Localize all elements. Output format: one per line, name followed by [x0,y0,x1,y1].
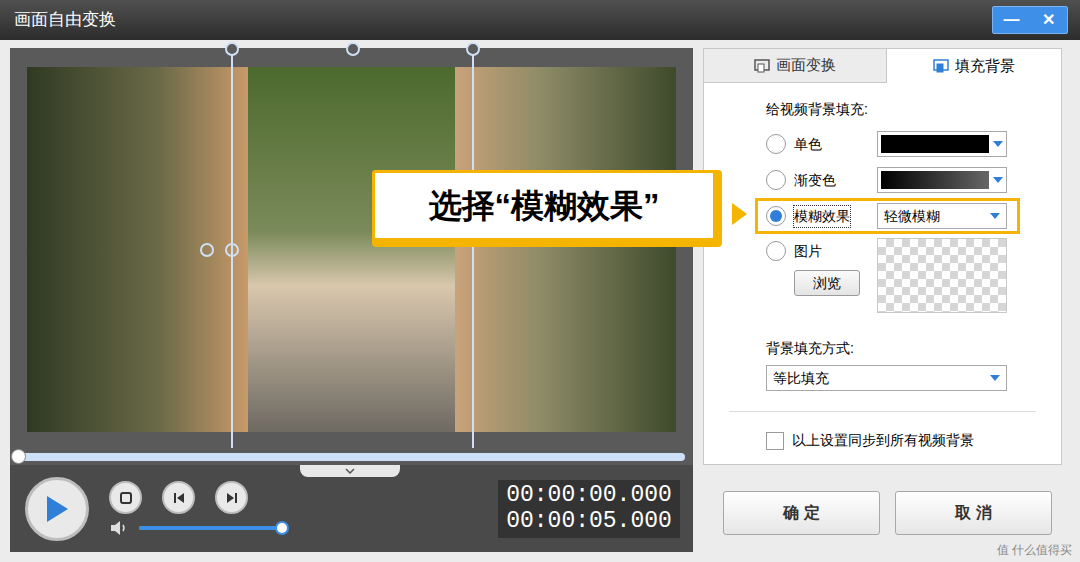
stop-button[interactable] [109,481,142,514]
radio-button[interactable] [766,241,786,261]
radio-button[interactable] [766,206,786,226]
next-icon [224,490,240,506]
color-dropdown[interactable] [877,131,1007,157]
video-frame [27,67,676,432]
preview-panel: 00:00:00.00000:00:05.000 [10,48,693,552]
collapse-tab[interactable] [300,465,400,477]
total-time: 00:00:05.000 [506,509,672,534]
sync-checkbox[interactable] [766,432,784,450]
mode-heading: 背景填充方式: [766,338,1008,359]
radio-button[interactable] [766,134,786,154]
timeline[interactable] [10,448,693,465]
current-time: 00:00:00.000 [506,483,672,508]
app-window: 画面自由变换 —✕ 00:00:00.00000:00:05.000 画面变换填充背景… [0,0,1080,562]
watermark: 值 什么值得买 [997,541,1072,559]
callout: 选择“模糊效果” [372,170,722,247]
stop-icon [118,490,134,506]
mode-dropdown[interactable]: 等比填充 [766,365,1007,391]
title-bar: 画面自由变换 —✕ [0,0,1080,40]
transform-icon [754,59,770,73]
fill-option[interactable]: 单色 [755,126,1020,162]
play-button[interactable] [25,477,89,541]
cancel-button[interactable]: 取 消 [895,491,1052,535]
controls-bar: 00:00:00.00000:00:05.000 [10,465,693,552]
tab-bar: 画面变换填充背景 [704,49,1061,83]
prev-icon [171,490,187,506]
fill-heading: 给视频背景填充: [766,99,1008,120]
time-display: 00:00:00.00000:00:05.000 [498,480,680,538]
chevron-down-icon [345,468,355,474]
dropdown-arrow-icon [993,141,1003,148]
minimize-button[interactable]: — [993,7,1030,33]
callout-arrow-icon [732,203,748,225]
dropdown-arrow-icon [990,213,1000,220]
settings-panel: 画面变换填充背景给视频背景填充: 单色渐变色模糊效果轻微模糊图片浏览背景填充方式:… [703,48,1062,465]
fill-option[interactable]: 渐变色 [755,162,1020,198]
browse-button[interactable]: 浏览 [794,270,860,296]
fill-option[interactable]: 模糊效果轻微模糊 [755,198,1020,234]
fill-icon [933,59,949,73]
ok-button[interactable]: 确 定 [723,491,880,535]
volume-icon [109,520,129,536]
image-preview [877,238,1007,313]
close-button[interactable]: ✕ [1030,7,1067,33]
tab[interactable]: 画面变换 [704,49,887,83]
play-icon [44,494,70,524]
preview-area [10,48,693,448]
dropdown-arrow-icon [993,177,1003,184]
radio-button[interactable] [766,170,786,190]
dropdown-arrow-icon [990,375,1000,382]
volume-slider[interactable] [139,526,282,530]
prev-button[interactable] [162,481,195,514]
next-button[interactable] [215,481,248,514]
callout-text: 选择“模糊效果” [429,181,660,231]
blur-dropdown[interactable]: 轻微模糊 [877,203,1007,229]
window-title: 画面自由变换 [14,7,116,33]
sync-checkbox-row[interactable]: 以上设置同步到所有视频背景 [704,430,1061,451]
color-dropdown[interactable] [877,167,1007,193]
tab[interactable]: 填充背景 [887,49,1061,83]
fill-option[interactable]: 图片浏览 [755,234,1020,316]
